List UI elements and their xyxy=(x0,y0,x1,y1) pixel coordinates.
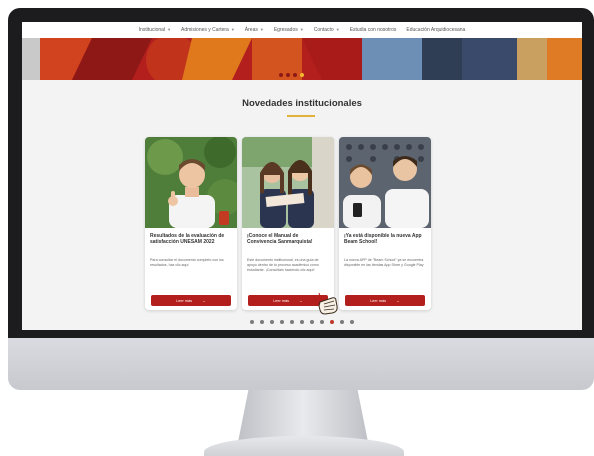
nav-item-estudia[interactable]: Estudia con nosotros xyxy=(350,27,397,33)
carousel-dot[interactable] xyxy=(340,320,344,324)
carousel-dot[interactable] xyxy=(270,320,274,324)
arrow-right-icon: → xyxy=(396,298,400,303)
carousel-dot[interactable] xyxy=(280,320,284,324)
title-underline xyxy=(287,115,315,117)
website-screen: Institucional ▼ Admisiones y Cartera ▼ Áre… xyxy=(22,22,582,330)
carousel-indicators xyxy=(22,320,582,324)
hero-slide-dot[interactable] xyxy=(286,73,290,77)
card-description: La nueva APP de "Beam School" ya se encu… xyxy=(344,258,424,268)
hero-slide-dot[interactable] xyxy=(293,73,297,77)
monitor-chin xyxy=(8,338,594,390)
card-image-student-thumbs-up[interactable] xyxy=(145,137,237,228)
read-more-button[interactable]: Leer más → xyxy=(345,295,425,306)
nav-item-contacto[interactable]: Contacto ▼ xyxy=(314,27,340,33)
nav-item-educacion[interactable]: Educación Arquidiocesana xyxy=(406,27,465,33)
carousel-dot[interactable] xyxy=(290,320,294,324)
carousel-dot[interactable] xyxy=(300,320,304,324)
read-more-button[interactable]: Leer más → xyxy=(151,295,231,306)
news-card[interactable]: ¡Conoce el Manual de Convivencia Sanmarq… xyxy=(242,137,334,310)
arrow-right-icon: → xyxy=(202,298,206,303)
carousel-dot-active[interactable] xyxy=(330,320,334,324)
news-card[interactable]: ¡Ya está disponible la nueva App Beam Sc… xyxy=(339,137,431,310)
chevron-down-icon: ▼ xyxy=(335,27,340,32)
nav-item-egresados[interactable]: Egresados ▼ xyxy=(274,27,304,33)
card-title[interactable]: ¡Conoce el Manual de Convivencia Sanmarq… xyxy=(247,233,329,246)
carousel-dot[interactable] xyxy=(310,320,314,324)
button-label: Leer más xyxy=(370,298,387,303)
carousel-dot[interactable] xyxy=(350,320,354,324)
button-label: Leer más xyxy=(273,298,290,303)
top-navigation: Institucional ▼ Admisiones y Cartera ▼ Áre… xyxy=(22,22,582,38)
chevron-down-icon: ▼ xyxy=(299,27,304,32)
pointer-hand-icon xyxy=(310,292,338,315)
arrow-right-icon: → xyxy=(299,298,303,303)
monitor: Institucional ▼ Admisiones y Cartera ▼ Áre… xyxy=(8,8,594,456)
carousel-dot[interactable] xyxy=(320,320,324,324)
hero-banner[interactable] xyxy=(22,38,582,80)
chevron-down-icon: ▼ xyxy=(167,27,172,32)
hero-slide-indicators xyxy=(279,73,304,77)
nav-item-admisiones[interactable]: Admisiones y Cartera ▼ xyxy=(181,27,235,33)
card-title[interactable]: ¡Ya está disponible la nueva App Beam Sc… xyxy=(344,233,426,246)
card-image-students-reading[interactable] xyxy=(242,137,334,228)
hero-slide-dot-active[interactable] xyxy=(300,73,304,77)
news-card[interactable]: Resultados de la evaluación de satisfacc… xyxy=(145,137,237,310)
card-image-students-phone[interactable] xyxy=(339,137,431,228)
hero-slide-dot[interactable] xyxy=(279,73,283,77)
monitor-stand-base xyxy=(204,436,404,456)
section-title: Novedades institucionales xyxy=(242,98,362,109)
chevron-down-icon: ▼ xyxy=(259,27,264,32)
card-description: Este documento institucional, es una guí… xyxy=(247,258,319,273)
chevron-down-icon: ▼ xyxy=(230,27,235,32)
carousel-dot[interactable] xyxy=(250,320,254,324)
button-label: Leer más xyxy=(176,298,193,303)
card-description: Para consultar el documento completo con… xyxy=(150,258,224,268)
carousel-dot[interactable] xyxy=(260,320,264,324)
card-title[interactable]: Resultados de la evaluación de satisfacc… xyxy=(150,233,232,246)
monitor-stand-neck xyxy=(238,390,368,442)
nav-item-institucional[interactable]: Institucional ▼ xyxy=(139,27,171,33)
nav-item-areas[interactable]: Áreas ▼ xyxy=(245,27,264,33)
news-cards: Resultados de la evaluación de satisfacc… xyxy=(145,137,431,310)
